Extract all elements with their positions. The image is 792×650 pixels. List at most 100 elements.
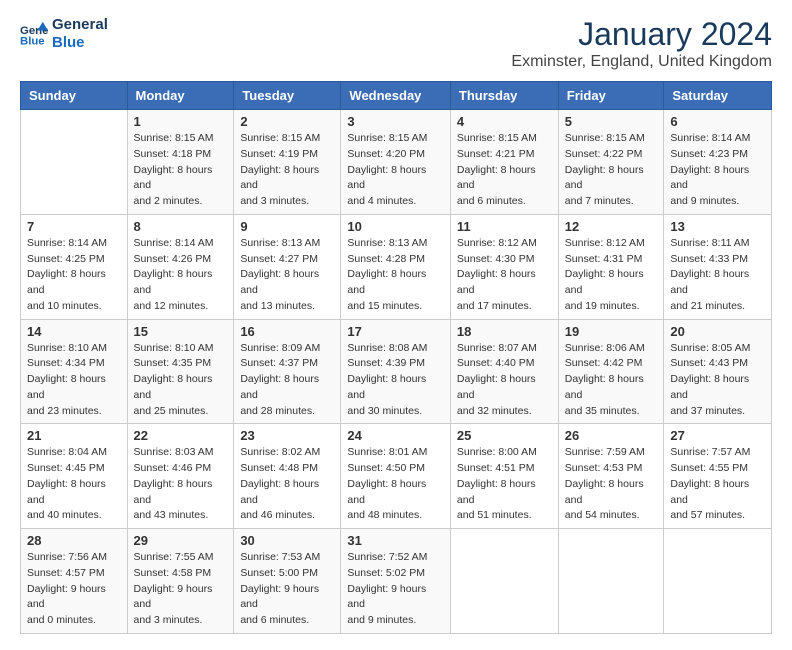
header: General Blue General Blue January 2024 E… [20,16,772,71]
sunset-text: Sunset: 4:40 PM [457,356,552,372]
calendar-header-row: SundayMondayTuesdayWednesdayThursdayFrid… [21,82,772,110]
calendar-cell: 2Sunrise: 8:15 AMSunset: 4:19 PMDaylight… [234,110,341,215]
day-number: 27 [670,428,765,443]
daylight-text: Daylight: 8 hours and [27,372,121,404]
daylight-text: Daylight: 9 hours and [134,582,228,614]
sunrise-text: Sunrise: 8:01 AM [347,445,443,461]
daylight-text-2: and 25 minutes. [134,404,228,420]
day-info: Sunrise: 8:08 AMSunset: 4:39 PMDaylight:… [347,341,443,420]
calendar-cell: 27Sunrise: 7:57 AMSunset: 4:55 PMDayligh… [664,424,772,529]
daylight-text: Daylight: 8 hours and [240,372,334,404]
calendar-cell: 12 Sunrise: 8:12 AMSunset: 4:31 PMDayligh… [558,214,664,319]
calendar-cell: 30Sunrise: 7:53 AMSunset: 5:00 PMDayligh… [234,529,341,634]
day-info: Sunrise: 8:14 AMSunset: 4:26 PMDaylight:… [134,236,228,315]
daylight-text: Daylight: 8 hours and [347,372,443,404]
daylight-text-2: and 6 minutes. [240,613,334,629]
sunrise-text: Sunrise: 8:09 AM [240,341,334,357]
calendar-cell: 18Sunrise: 8:07 AMSunset: 4:40 PMDayligh… [450,319,558,424]
week-row-0: 1Sunrise: 8:15 AMSunset: 4:18 PMDaylight… [21,110,772,215]
calendar-cell: 6Sunrise: 8:14 AMSunset: 4:23 PMDaylight… [664,110,772,215]
sunset-text: Sunset: 5:02 PM [347,566,443,582]
daylight-text: Daylight: 8 hours and [565,477,658,509]
daylight-text-2: and 4 minutes. [347,194,443,210]
day-number: 11 [457,219,552,234]
daylight-text: Daylight: 8 hours and [670,372,765,404]
daylight-text-2: and 32 minutes. [457,404,552,420]
calendar-cell [21,110,128,215]
daylight-text-2: and 15 minutes. [347,299,443,315]
sunrise-text: Sunrise: 8:15 AM [457,131,552,147]
daylight-text: Daylight: 9 hours and [240,582,334,614]
sunrise-text: Sunrise: 8:02 AM [240,445,334,461]
location-title: Exminster, England, United Kingdom [511,53,772,71]
day-info: Sunrise: 8:11 AMSunset: 4:33 PMDaylight:… [670,236,765,315]
daylight-text-2: and 9 minutes. [347,613,443,629]
calendar-cell: 26Sunrise: 7:59 AMSunset: 4:53 PMDayligh… [558,424,664,529]
day-number: 12 [565,219,658,234]
day-info: Sunrise: 7:53 AMSunset: 5:00 PMDaylight:… [240,550,334,629]
day-number: 7 [27,219,121,234]
calendar-cell: 31Sunrise: 7:52 AMSunset: 5:02 PMDayligh… [341,529,450,634]
calendar-cell: 23Sunrise: 8:02 AMSunset: 4:48 PMDayligh… [234,424,341,529]
month-title: January 2024 [511,16,772,53]
calendar-cell: 17 Sunrise: 8:08 AMSunset: 4:39 PMDayligh… [341,319,450,424]
day-info: Sunrise: 8:12 AMSunset: 4:31 PMDaylight:… [565,236,658,315]
day-number: 24 [347,428,443,443]
sunrise-text: Sunrise: 8:14 AM [670,131,765,147]
calendar-cell: 7 Sunrise: 8:14 AMSunset: 4:25 PMDaylight… [21,214,128,319]
day-info: Sunrise: 8:15 AMSunset: 4:22 PMDaylight:… [565,131,658,210]
sunrise-text: Sunrise: 8:06 AM [565,341,658,357]
day-info: Sunrise: 8:02 AMSunset: 4:48 PMDaylight:… [240,445,334,524]
day-info: Sunrise: 8:14 AMSunset: 4:25 PMDaylight:… [27,236,121,315]
sunset-text: Sunset: 4:25 PM [27,252,121,268]
daylight-text: Daylight: 8 hours and [457,267,552,299]
day-number: 21 [27,428,121,443]
logo: General Blue General Blue [20,16,108,52]
sunset-text: Sunset: 4:48 PM [240,461,334,477]
daylight-text-2: and 13 minutes. [240,299,334,315]
sunset-text: Sunset: 4:18 PM [134,147,228,163]
daylight-text-2: and 12 minutes. [134,299,228,315]
sunrise-text: Sunrise: 8:05 AM [670,341,765,357]
calendar-cell: 9Sunrise: 8:13 AMSunset: 4:27 PMDaylight… [234,214,341,319]
day-number: 17 [347,324,443,339]
day-number: 28 [27,533,121,548]
calendar-cell: 25Sunrise: 8:00 AMSunset: 4:51 PMDayligh… [450,424,558,529]
daylight-text-2: and 35 minutes. [565,404,658,420]
sunrise-text: Sunrise: 7:53 AM [240,550,334,566]
calendar-cell: 1Sunrise: 8:15 AMSunset: 4:18 PMDaylight… [127,110,234,215]
header-day-sunday: Sunday [21,82,128,110]
daylight-text-2: and 40 minutes. [27,508,121,524]
daylight-text: Daylight: 9 hours and [347,582,443,614]
day-info: Sunrise: 8:10 AMSunset: 4:35 PMDaylight:… [134,341,228,420]
sunset-text: Sunset: 4:58 PM [134,566,228,582]
day-number: 29 [134,533,228,548]
sunset-text: Sunset: 4:22 PM [565,147,658,163]
daylight-text: Daylight: 8 hours and [347,477,443,509]
sunset-text: Sunset: 4:26 PM [134,252,228,268]
daylight-text-2: and 43 minutes. [134,508,228,524]
day-number: 14 [27,324,121,339]
day-info: Sunrise: 8:03 AMSunset: 4:46 PMDaylight:… [134,445,228,524]
day-number: 19 [565,324,658,339]
week-row-1: 7 Sunrise: 8:14 AMSunset: 4:25 PMDaylight… [21,214,772,319]
day-number: 6 [670,114,765,129]
sunset-text: Sunset: 4:27 PM [240,252,334,268]
daylight-text: Daylight: 8 hours and [347,267,443,299]
daylight-text: Daylight: 8 hours and [240,163,334,195]
sunrise-text: Sunrise: 8:08 AM [347,341,443,357]
sunrise-text: Sunrise: 7:57 AM [670,445,765,461]
sunrise-text: Sunrise: 8:13 AM [347,236,443,252]
day-info: Sunrise: 8:15 AMSunset: 4:21 PMDaylight:… [457,131,552,210]
header-day-thursday: Thursday [450,82,558,110]
sunset-text: Sunset: 4:57 PM [27,566,121,582]
header-day-saturday: Saturday [664,82,772,110]
calendar-cell: 15Sunrise: 8:10 AMSunset: 4:35 PMDayligh… [127,319,234,424]
day-info: Sunrise: 8:07 AMSunset: 4:40 PMDaylight:… [457,341,552,420]
daylight-text: Daylight: 8 hours and [565,163,658,195]
daylight-text: Daylight: 8 hours and [347,163,443,195]
daylight-text-2: and 28 minutes. [240,404,334,420]
daylight-text: Daylight: 8 hours and [27,267,121,299]
daylight-text: Daylight: 9 hours and [27,582,121,614]
sunset-text: Sunset: 4:30 PM [457,252,552,268]
